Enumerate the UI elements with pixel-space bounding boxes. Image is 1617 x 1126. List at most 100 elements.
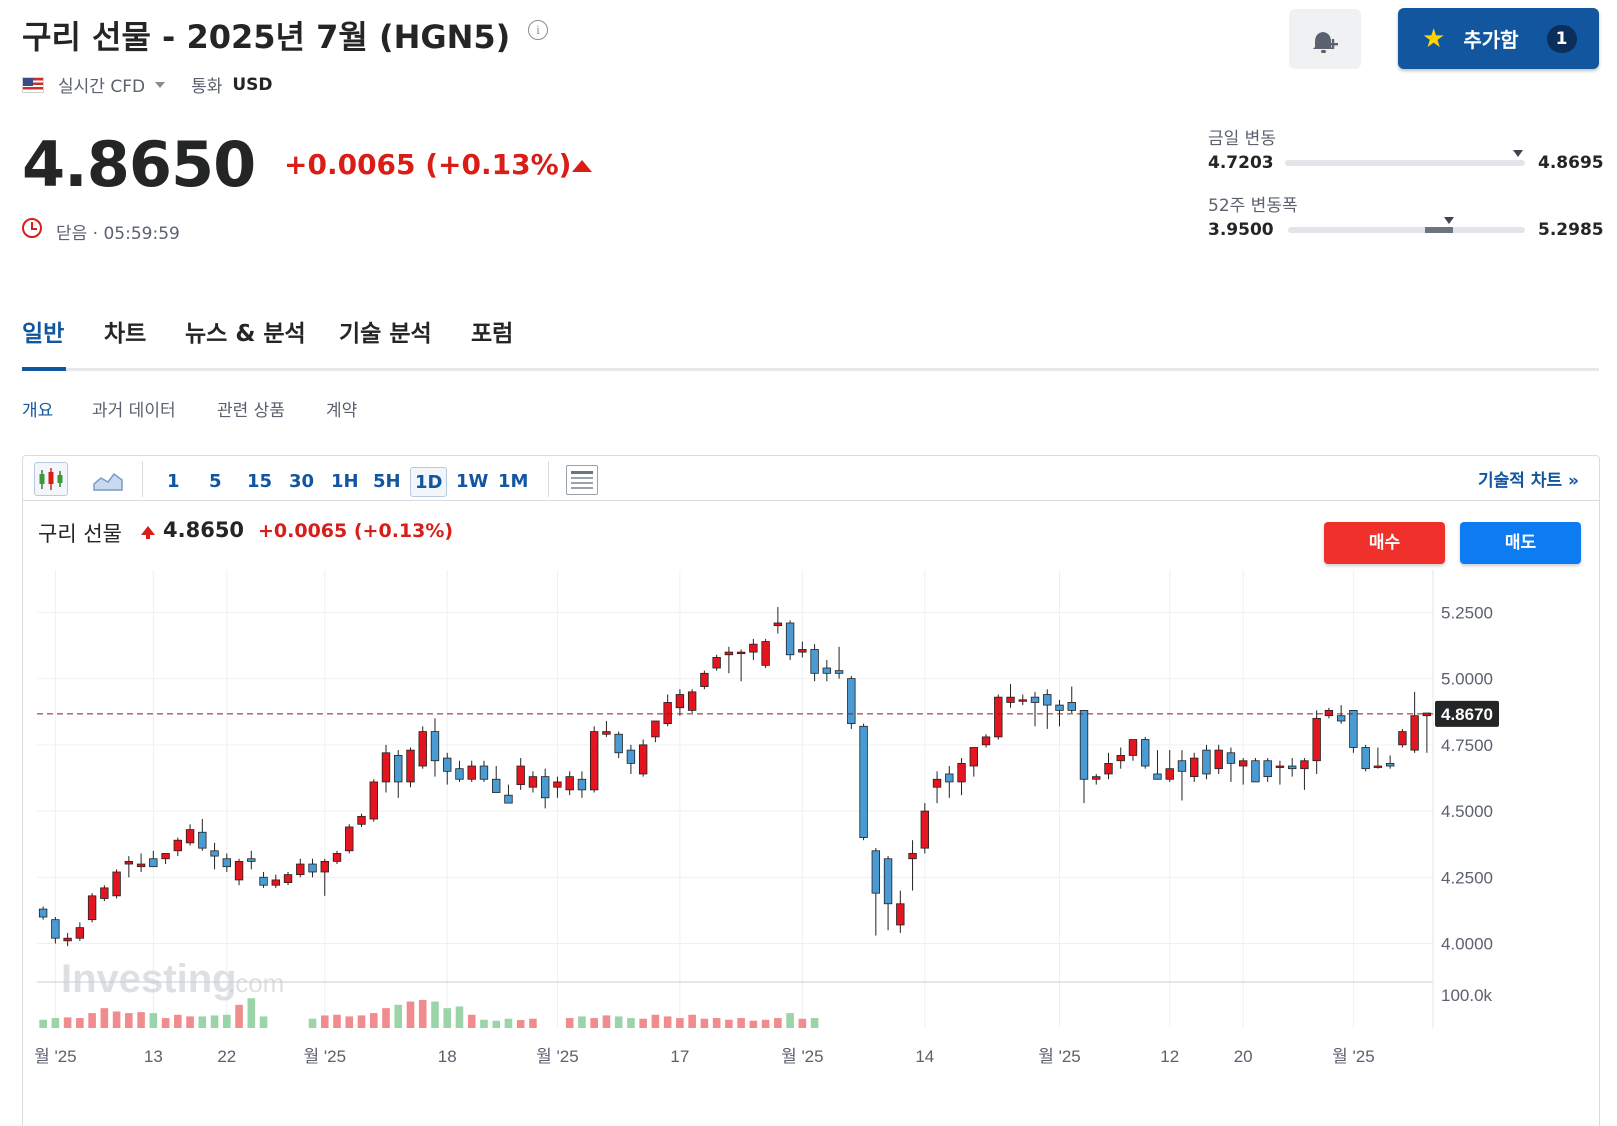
table-layout-icon: [571, 471, 593, 489]
watermark-suffix: .com: [228, 968, 284, 998]
y-axis-tick-label: 4.0000: [1441, 935, 1493, 954]
candlestick: [651, 720, 660, 738]
subtab-contracts[interactable]: 계약: [326, 396, 357, 421]
candlestick: [761, 641, 770, 666]
candlestick: [161, 853, 170, 860]
volume-bar: [149, 1013, 158, 1028]
candlestick: [1398, 731, 1407, 746]
volume-bar: [382, 1008, 390, 1028]
tab-chart[interactable]: 차트: [104, 314, 146, 348]
week52-range-fill: [1425, 227, 1453, 233]
candlestick: [271, 879, 280, 886]
candlestick: [883, 858, 893, 905]
timeframe-5[interactable]: 5: [205, 467, 226, 497]
candlestick: [1324, 709, 1334, 717]
day-range-marker: [1512, 150, 1523, 157]
up-arrow-icon: [572, 160, 592, 172]
candlestick: [38, 908, 48, 918]
candlestick: [418, 731, 427, 767]
volume-bar: [406, 1001, 415, 1028]
candlestick: [871, 850, 881, 894]
volume-bar: [688, 1014, 696, 1028]
candlestick: [896, 903, 905, 926]
page-title: 구리 선물 - 2025년 7월 (HGN5): [22, 18, 511, 56]
volume-bar: [76, 1018, 84, 1028]
x-axis-tick-label: 월 '25: [1332, 1047, 1375, 1066]
week52-range-bar: [1288, 227, 1525, 233]
candlestick: [736, 651, 746, 655]
create-alert-button[interactable]: [1289, 9, 1361, 69]
candlestick: [712, 657, 721, 669]
timeframe-1d[interactable]: 1D: [410, 467, 448, 497]
candlestick: [345, 826, 354, 852]
timeframe-1[interactable]: 1: [163, 467, 184, 497]
price-chart[interactable]: 5.2500 5.0000 4.7500 4.5000 4.2500 4.0000 월 '2…: [23, 570, 1599, 1120]
timeframe-1h[interactable]: 1H: [327, 467, 363, 497]
candlestick: [63, 937, 72, 942]
candlestick: [124, 860, 134, 865]
candlestick: [1018, 699, 1027, 702]
candlestick: [1190, 757, 1199, 778]
add-to-watchlist-button[interactable]: ★ 추가함 1: [1398, 8, 1599, 69]
tab-technical[interactable]: 기술 분석: [339, 314, 432, 348]
x-axis-tick-label: 14: [915, 1047, 934, 1066]
candlestick: [675, 694, 685, 709]
market-type-select[interactable]: 실시간 CFD: [58, 72, 145, 97]
sell-button[interactable]: 매도: [1460, 522, 1581, 564]
candlestick: [100, 887, 109, 899]
price-change: +0.0065 (+0.13%): [284, 148, 572, 181]
chevron-down-icon[interactable]: [155, 81, 166, 88]
subtab-related-products[interactable]: 관련 상품: [217, 396, 285, 421]
candlestick: [173, 839, 183, 852]
x-axis-tick-label: 월 '25: [781, 1047, 824, 1066]
volume-bar: [749, 1020, 758, 1028]
volume-bar: [774, 1018, 782, 1028]
tab-news-analysis[interactable]: 뉴스 & 분석: [185, 314, 306, 348]
candlestick: [1128, 739, 1138, 756]
volume-bar: [223, 1014, 231, 1028]
volume-bar: [663, 1016, 672, 1028]
candlestick: [565, 776, 574, 791]
timeframe-5h[interactable]: 5H: [369, 467, 405, 497]
tab-overview[interactable]: 일반: [22, 314, 64, 348]
volume-bar: [578, 1016, 586, 1028]
volume-bar: [308, 1018, 317, 1028]
area-chart-button[interactable]: [92, 466, 124, 494]
candlestick: [185, 829, 195, 844]
candlestick: [1104, 762, 1113, 775]
candlestick: [1153, 773, 1162, 780]
candlestick: [51, 919, 60, 939]
current-price-label: 4.8670: [1441, 705, 1493, 724]
volume-bar: [259, 1016, 268, 1028]
x-axis-tick-label: 월 '25: [536, 1047, 579, 1066]
subtab-historical-data[interactable]: 과거 데이터: [92, 396, 176, 421]
volume-bar: [737, 1018, 745, 1028]
timeframe-30[interactable]: 30: [285, 467, 318, 497]
x-axis-tick-label: 22: [217, 1047, 236, 1066]
volume-bar: [565, 1018, 574, 1028]
technical-chart-link[interactable]: 기술적 차트 »: [1478, 466, 1579, 491]
chart-legend-change: +0.0065 (+0.13%): [258, 520, 453, 542]
info-icon[interactable]: i: [528, 20, 548, 40]
chart-layout-button[interactable]: [566, 465, 598, 495]
volume-axis-tick-label: 100.0k: [1441, 986, 1493, 1005]
volume-bar: [761, 1019, 770, 1028]
timeframe-1m[interactable]: 1M: [494, 467, 532, 497]
tab-forum[interactable]: 포럼: [471, 314, 513, 348]
buy-button[interactable]: 매수: [1324, 522, 1445, 564]
candlestick: [332, 853, 342, 862]
volume-bar: [394, 1004, 403, 1028]
timeframe-15[interactable]: 15: [243, 467, 276, 497]
candlestick: [602, 731, 611, 735]
currency-value: USD: [232, 74, 273, 95]
candlestick: [1349, 709, 1358, 748]
candlestick-chart-button[interactable]: [34, 462, 68, 496]
candlestick: [798, 649, 807, 653]
subtab-summary[interactable]: 개요: [22, 396, 53, 421]
day-range-high: 4.8695: [1538, 153, 1604, 173]
candlestick: [932, 778, 942, 788]
candlestick: [1238, 760, 1248, 767]
candlestick: [749, 643, 758, 653]
timeframe-1w[interactable]: 1W: [452, 467, 492, 497]
candlestick: [1214, 749, 1223, 770]
